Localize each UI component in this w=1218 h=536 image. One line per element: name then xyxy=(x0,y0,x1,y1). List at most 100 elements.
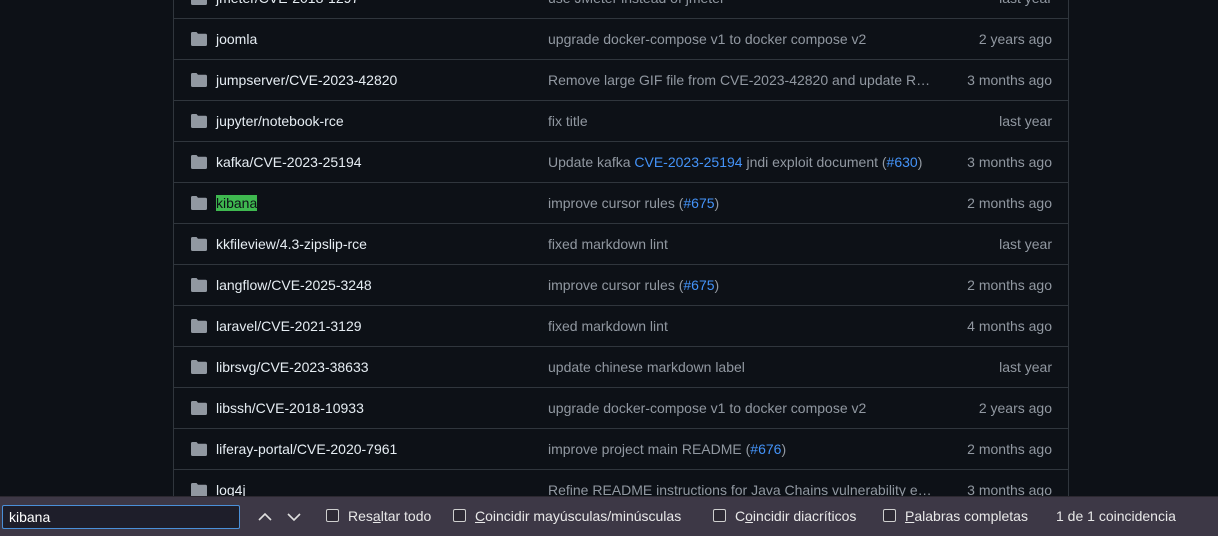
commit-message[interactable]: upgrade docker-compose v1 to docker comp… xyxy=(548,31,934,47)
commit-message[interactable]: Update kafka CVE-2023-25194 jndi exploit… xyxy=(548,154,934,170)
commit-text: improve project main README ( xyxy=(548,441,751,457)
file-name-link[interactable]: kibana xyxy=(216,195,258,211)
find-next-button[interactable] xyxy=(284,507,304,527)
file-row[interactable]: jumpserver/CVE-2023-42820 Remove large GI… xyxy=(174,60,1068,101)
file-name-link[interactable]: libssh/CVE-2018-10933 xyxy=(216,400,364,416)
file-name-link[interactable]: kafka/CVE-2023-25194 xyxy=(216,154,362,170)
commit-text: ) xyxy=(714,277,720,293)
option-whole-words-checkbox[interactable] xyxy=(883,509,896,522)
file-row[interactable]: laravel/CVE-2021-3129 fixed markdown lint… xyxy=(174,306,1068,347)
commit-text: jndi exploit document ( xyxy=(742,154,887,170)
commit-message[interactable]: update chinese markdown label xyxy=(548,359,934,375)
option-whole-words-label: Palabras completas xyxy=(905,508,1028,524)
commit-text: upgrade docker-compose v1 to docker comp… xyxy=(548,400,867,416)
option-highlight-all-checkbox[interactable] xyxy=(326,509,339,522)
commit-text: Update kafka xyxy=(548,154,635,170)
commit-message[interactable]: Refine README instructions for Java Chai… xyxy=(548,482,934,496)
commit-text: fixed markdown lint xyxy=(548,318,668,334)
find-input[interactable] xyxy=(2,505,240,529)
folder-icon xyxy=(191,319,207,333)
option-match-case-checkbox[interactable] xyxy=(453,509,466,522)
folder-icon xyxy=(191,73,207,87)
commit-date: last year xyxy=(999,0,1052,6)
commit-message[interactable]: fixed markdown lint xyxy=(548,318,934,334)
chevron-up-icon xyxy=(258,512,272,521)
commit-date: 2 months ago xyxy=(967,195,1052,211)
file-row[interactable]: librsvg/CVE-2023-38633 update chinese mar… xyxy=(174,347,1068,388)
file-name-link[interactable]: jumpserver/CVE-2023-42820 xyxy=(216,72,397,88)
file-row[interactable]: langflow/CVE-2025-3248 improve cursor rul… xyxy=(174,265,1068,306)
option-match-diacritics-checkbox[interactable] xyxy=(713,509,726,522)
file-name-link[interactable]: laravel/CVE-2021-3129 xyxy=(216,318,362,334)
file-row[interactable]: kafka/CVE-2023-25194 Update kafka CVE-202… xyxy=(174,142,1068,183)
commit-text: update chinese markdown label xyxy=(548,359,745,375)
chevron-down-icon xyxy=(287,513,301,522)
commit-date: last year xyxy=(999,359,1052,375)
commit-text: use JMeter instead of jmeter xyxy=(548,0,725,6)
commit-message[interactable]: improve cursor rules (#675) xyxy=(548,195,934,211)
folder-icon xyxy=(191,401,207,415)
folder-icon xyxy=(191,278,207,292)
find-bar: Resaltar todo Coincidir mayúsculas/minúsc… xyxy=(0,496,1218,536)
option-highlight-all-label: Resaltar todo xyxy=(348,508,432,524)
option-match-case-label: Coincidir mayúsculas/minúsculas xyxy=(475,508,682,524)
commit-link[interactable]: #675 xyxy=(683,277,714,293)
file-table: jmeter/CVE-2018-1297 use JMeter instead o… xyxy=(173,0,1069,496)
file-name-link[interactable]: log4j xyxy=(216,482,246,496)
file-name-link[interactable]: liferay-portal/CVE-2020-7961 xyxy=(216,441,397,457)
commit-date: last year xyxy=(999,113,1052,129)
commit-text: upgrade docker-compose v1 to docker comp… xyxy=(548,31,867,47)
commit-message[interactable]: upgrade docker-compose v1 to docker comp… xyxy=(548,400,934,416)
folder-icon xyxy=(191,237,207,251)
commit-date: 2 months ago xyxy=(967,277,1052,293)
commit-link[interactable]: CVE-2023-25194 xyxy=(634,154,742,170)
commit-link[interactable]: #676 xyxy=(750,441,781,457)
commit-text: fixed markdown lint xyxy=(548,236,668,252)
folder-icon xyxy=(191,360,207,374)
commit-text: improve cursor rules ( xyxy=(548,277,684,293)
file-row[interactable]: jupyter/notebook-rce fix title last year xyxy=(174,101,1068,142)
file-name-link[interactable]: joomla xyxy=(216,31,257,47)
folder-icon xyxy=(191,196,207,210)
file-row[interactable]: joomla upgrade docker-compose v1 to docke… xyxy=(174,19,1068,60)
commit-date: 2 years ago xyxy=(978,400,1052,416)
find-previous-button[interactable] xyxy=(255,507,275,527)
commit-text: ) xyxy=(714,195,720,211)
file-row[interactable]: jmeter/CVE-2018-1297 use JMeter instead o… xyxy=(174,0,1068,19)
file-row[interactable]: liferay-portal/CVE-2020-7961 improve proj… xyxy=(174,429,1068,470)
commit-message[interactable]: use JMeter instead of jmeter xyxy=(548,0,934,6)
file-name-link[interactable]: kkfileview/4.3-zipslip-rce xyxy=(216,236,367,252)
commit-link[interactable]: #675 xyxy=(683,195,714,211)
commit-text: ) xyxy=(917,154,923,170)
folder-icon xyxy=(191,483,207,496)
file-name-link[interactable]: jmeter/CVE-2018-1297 xyxy=(216,0,359,6)
file-name-link[interactable]: librsvg/CVE-2023-38633 xyxy=(216,359,369,375)
commit-date: 3 months ago xyxy=(967,154,1052,170)
commit-message[interactable]: improve project main README (#676) xyxy=(548,441,934,457)
commit-link[interactable]: #630 xyxy=(887,154,918,170)
commit-message[interactable]: fixed markdown lint xyxy=(548,236,934,252)
commit-text: Refine README instructions for Java Chai… xyxy=(548,482,934,496)
commit-date: 2 years ago xyxy=(978,31,1052,47)
file-row[interactable]: libssh/CVE-2018-10933 upgrade docker-comp… xyxy=(174,388,1068,429)
folder-icon xyxy=(191,114,207,128)
find-match-highlight: kibana xyxy=(216,195,258,211)
option-match-diacritics-label: Coincidir diacríticos xyxy=(735,508,857,524)
file-row[interactable]: kkfileview/4.3-zipslip-rce fixed markdown… xyxy=(174,224,1068,265)
commit-date: last year xyxy=(999,236,1052,252)
commit-message[interactable]: fix title xyxy=(548,113,934,129)
commit-message[interactable]: Remove large GIF file from CVE-2023-4282… xyxy=(548,72,934,88)
folder-icon xyxy=(191,155,207,169)
commit-message[interactable]: improve cursor rules (#675) xyxy=(548,277,934,293)
folder-icon xyxy=(191,32,207,46)
commit-date: 3 months ago xyxy=(967,482,1052,496)
commit-text: fix title xyxy=(548,113,588,129)
find-status: 1 de 1 coincidencia xyxy=(1056,508,1176,524)
file-row[interactable]: kibana improve cursor rules (#675) 2 month… xyxy=(174,183,1068,224)
file-name-link[interactable]: jupyter/notebook-rce xyxy=(216,113,344,129)
commit-text: improve cursor rules ( xyxy=(548,195,684,211)
file-row[interactable]: log4j Refine README instructions for Java… xyxy=(174,470,1068,496)
commit-text: ) xyxy=(781,441,787,457)
file-name-link[interactable]: langflow/CVE-2025-3248 xyxy=(216,277,372,293)
folder-icon xyxy=(191,0,207,5)
